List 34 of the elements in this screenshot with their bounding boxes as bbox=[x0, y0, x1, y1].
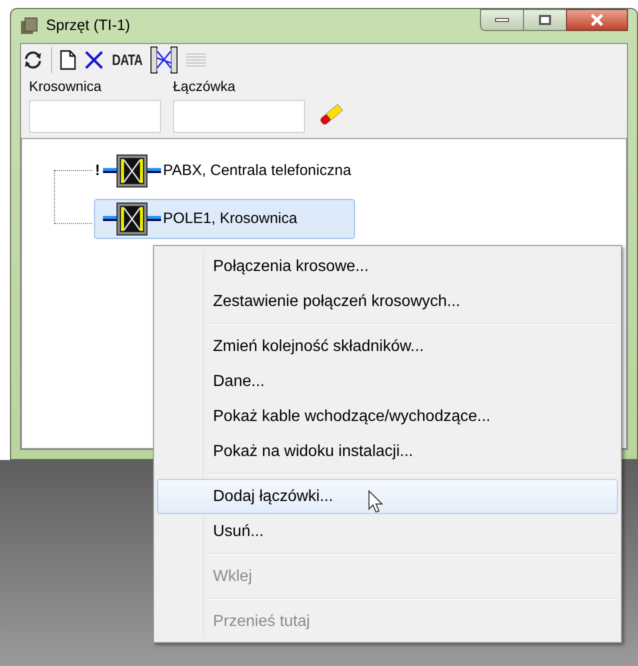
patch-panel-icon bbox=[103, 154, 161, 188]
tree-item[interactable]: ! PABX, Centrala telefoniczna bbox=[94, 151, 356, 191]
maximize-icon bbox=[539, 15, 551, 25]
minimize-button[interactable] bbox=[480, 9, 524, 31]
menu-item[interactable]: Zmień kolejność składników... bbox=[157, 329, 618, 364]
item-label: POLE1, Krosownica bbox=[163, 208, 298, 229]
menu-item[interactable]: Dodaj łączówki... bbox=[157, 479, 618, 514]
patch-panel-icon bbox=[103, 202, 161, 236]
menu-item[interactable]: Połączenia krosowe... bbox=[157, 249, 618, 284]
field-label: Łączówka bbox=[173, 77, 236, 96]
warning-marker: ! bbox=[95, 160, 101, 181]
menu-item[interactable]: Pokaż na widoku instalacji... bbox=[157, 434, 618, 469]
menu-item[interactable]: Pokaż kable wchodzące/wychodzące... bbox=[157, 399, 618, 434]
field-label: Krosownica bbox=[29, 77, 102, 96]
filter-field[interactable] bbox=[173, 100, 305, 133]
menu-item[interactable]: Usuń... bbox=[157, 514, 618, 549]
box-icon bbox=[20, 17, 38, 35]
item-label: PABX, Centrala telefoniczna bbox=[163, 160, 352, 181]
menu-item[interactable]: Zestawienie połączeń krosowych... bbox=[157, 284, 618, 319]
delete-icon[interactable] bbox=[84, 50, 104, 70]
filter-field[interactable] bbox=[29, 100, 161, 133]
tree-connector-line bbox=[54, 170, 92, 224]
refresh-icon[interactable] bbox=[23, 50, 43, 70]
mouse-cursor-icon bbox=[368, 490, 384, 514]
close-button[interactable] bbox=[566, 9, 628, 31]
close-icon bbox=[590, 14, 604, 26]
window-title: Sprzęt (TI-1) bbox=[46, 16, 130, 36]
maximize-button[interactable] bbox=[524, 9, 566, 31]
tree-item[interactable]: POLE1, Krosownica bbox=[94, 199, 356, 239]
patch-panel-icon[interactable] bbox=[150, 46, 178, 74]
new-document-icon[interactable] bbox=[60, 50, 76, 70]
data-button[interactable]: DATA bbox=[112, 48, 142, 72]
menu-item[interactable]: Dane... bbox=[157, 364, 618, 399]
minimize-icon bbox=[495, 18, 509, 22]
